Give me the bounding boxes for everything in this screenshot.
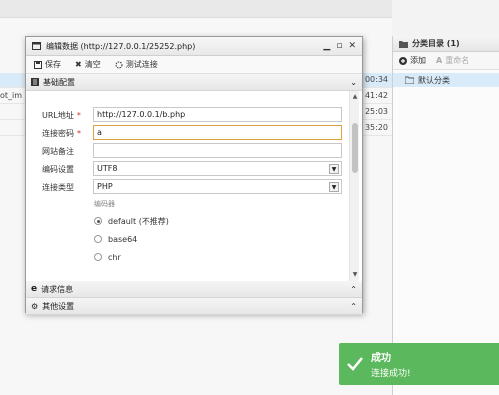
- chevron-up-icon[interactable]: ⌃: [350, 302, 357, 311]
- add-category-label: 添加: [410, 56, 426, 65]
- section-basic-config[interactable]: 基础配置 ⌄: [26, 74, 362, 91]
- maximize-icon[interactable]: ▫: [336, 41, 342, 51]
- encoder-option-chr[interactable]: chr: [94, 251, 121, 263]
- url-label-text: URL地址: [42, 111, 74, 120]
- url-label: URL地址 *: [42, 110, 81, 121]
- clear-button[interactable]: ✖ 清空: [75, 59, 101, 70]
- type-row: 连接类型 PHP ▼: [26, 179, 346, 194]
- url-input[interactable]: http://127.0.0.1/b.php: [93, 107, 342, 122]
- list-icon: [31, 78, 39, 87]
- rename-category-label: 重命名: [445, 56, 470, 65]
- add-category-button[interactable]: 添加: [399, 55, 426, 66]
- rename-category-button[interactable]: A 重命名: [436, 55, 469, 66]
- category-item-default[interactable]: 默认分类: [393, 73, 499, 87]
- dialog-toolbar: 保存 ✖ 清空 测试连接: [26, 56, 362, 74]
- password-label: 连接密码 *: [42, 128, 81, 139]
- type-label: 连接类型: [42, 183, 74, 192]
- chevron-up-icon[interactable]: ⌃: [350, 285, 357, 294]
- category-toolbar: 添加 A 重命名: [393, 52, 499, 70]
- toast-title: 成功: [371, 353, 391, 364]
- dropdown-arrow-icon: ▼: [329, 164, 339, 174]
- close-icon[interactable]: ✕: [348, 41, 356, 51]
- password-row: 连接密码 * a: [26, 125, 346, 140]
- password-input[interactable]: a: [93, 125, 342, 140]
- window-icon: [32, 42, 41, 51]
- category-panel: 分类目录 (1) 添加 A 重命名 默认分类: [392, 36, 499, 395]
- scroll-thumb[interactable]: [352, 123, 358, 173]
- radio-icon[interactable]: [94, 235, 102, 243]
- section-other-settings[interactable]: ⚙ 其他设置 ⌃: [26, 298, 362, 315]
- encoder-option-label: default (不推荐): [108, 216, 169, 226]
- dialog-titlebar[interactable]: 编辑数据 (http://127.0.0.1/25252.php) ▁ ▫ ✕: [26, 37, 362, 56]
- type-value: PHP: [97, 182, 113, 191]
- note-input[interactable]: [93, 143, 342, 158]
- row-time: 00:34: [364, 75, 388, 84]
- edit-data-dialog: 编辑数据 (http://127.0.0.1/25252.php) ▁ ▫ ✕ …: [25, 36, 363, 315]
- encoding-select[interactable]: UTF8 ▼: [93, 161, 342, 176]
- basic-config-form: URL地址 * http://127.0.0.1/b.php 连接密码 * a 网站…: [26, 91, 362, 281]
- test-connection-label: 测试连接: [125, 60, 158, 69]
- font-a-icon: A: [436, 56, 443, 65]
- toast-message: 连接成功!: [371, 369, 411, 379]
- clear-label: 清空: [84, 60, 101, 69]
- required-mark: *: [76, 111, 81, 120]
- row-time: 41:42: [364, 91, 388, 100]
- dialog-title: 编辑数据 (http://127.0.0.1/25252.php): [46, 41, 196, 51]
- section-request-info[interactable]: e 请求信息 ⌃: [26, 281, 362, 298]
- window-controls: ▁ ▫ ✕: [323, 41, 356, 51]
- row-url-fragment: ot_im: [0, 91, 23, 100]
- folder-icon: [399, 39, 408, 48]
- row-time: 25:03: [364, 107, 388, 116]
- radio-checked-icon[interactable]: [94, 217, 102, 225]
- form-scrollbar[interactable]: ▲ ▼: [349, 91, 359, 281]
- encoder-label: 编码器: [94, 200, 115, 208]
- encoding-row: 编码设置 UTF8 ▼: [26, 161, 346, 176]
- row-time: 35:20: [364, 123, 388, 132]
- plus-circle-icon: [399, 56, 407, 65]
- checkmark-icon: [347, 357, 363, 371]
- type-select[interactable]: PHP ▼: [93, 179, 342, 194]
- category-panel-title: 分类目录 (1): [412, 39, 460, 48]
- save-icon: [34, 60, 42, 69]
- password-label-text: 连接密码: [42, 129, 74, 138]
- note-row: 网站备注: [26, 143, 346, 158]
- encoding-label: 编码设置: [42, 165, 74, 174]
- test-connection-button[interactable]: 测试连接: [115, 59, 158, 70]
- e-logo-icon: e: [31, 284, 38, 294]
- save-label: 保存: [45, 60, 61, 69]
- folder-open-icon: [405, 76, 414, 85]
- save-button[interactable]: 保存: [34, 59, 61, 70]
- scroll-up-icon[interactable]: ▲: [351, 93, 359, 101]
- encoder-option-label: chr: [108, 252, 121, 262]
- encoder-option-base64[interactable]: base64: [94, 233, 137, 245]
- dropdown-arrow-icon: ▼: [329, 182, 339, 192]
- encoder-option-label: base64: [108, 234, 138, 244]
- encoder-option-default[interactable]: default (不推荐): [94, 215, 169, 227]
- gears-icon: ⚙: [31, 301, 39, 311]
- section-request-title: 请求信息: [41, 284, 74, 294]
- minimize-icon[interactable]: ▁: [323, 41, 330, 51]
- url-row: URL地址 * http://127.0.0.1/b.php: [26, 107, 346, 122]
- radio-icon[interactable]: [94, 253, 102, 261]
- note-label: 网站备注: [42, 147, 74, 156]
- encoding-value: UTF8: [97, 164, 118, 173]
- category-item-label: 默认分类: [418, 75, 450, 85]
- category-panel-header: 分类目录 (1): [393, 36, 499, 52]
- x-mark-icon: ✖: [75, 60, 82, 69]
- spinner-icon: [115, 60, 123, 69]
- list-header-band: [0, 0, 392, 18]
- section-other-title: 其他设置: [42, 301, 75, 311]
- required-mark: *: [77, 129, 81, 138]
- chevron-down-icon[interactable]: ⌄: [350, 78, 357, 87]
- scroll-down-icon[interactable]: ▼: [351, 271, 359, 279]
- section-basic-title: 基础配置: [43, 77, 75, 87]
- toast-content: 成功 连接成功!: [371, 349, 411, 379]
- success-toast[interactable]: 成功 连接成功!: [339, 343, 499, 385]
